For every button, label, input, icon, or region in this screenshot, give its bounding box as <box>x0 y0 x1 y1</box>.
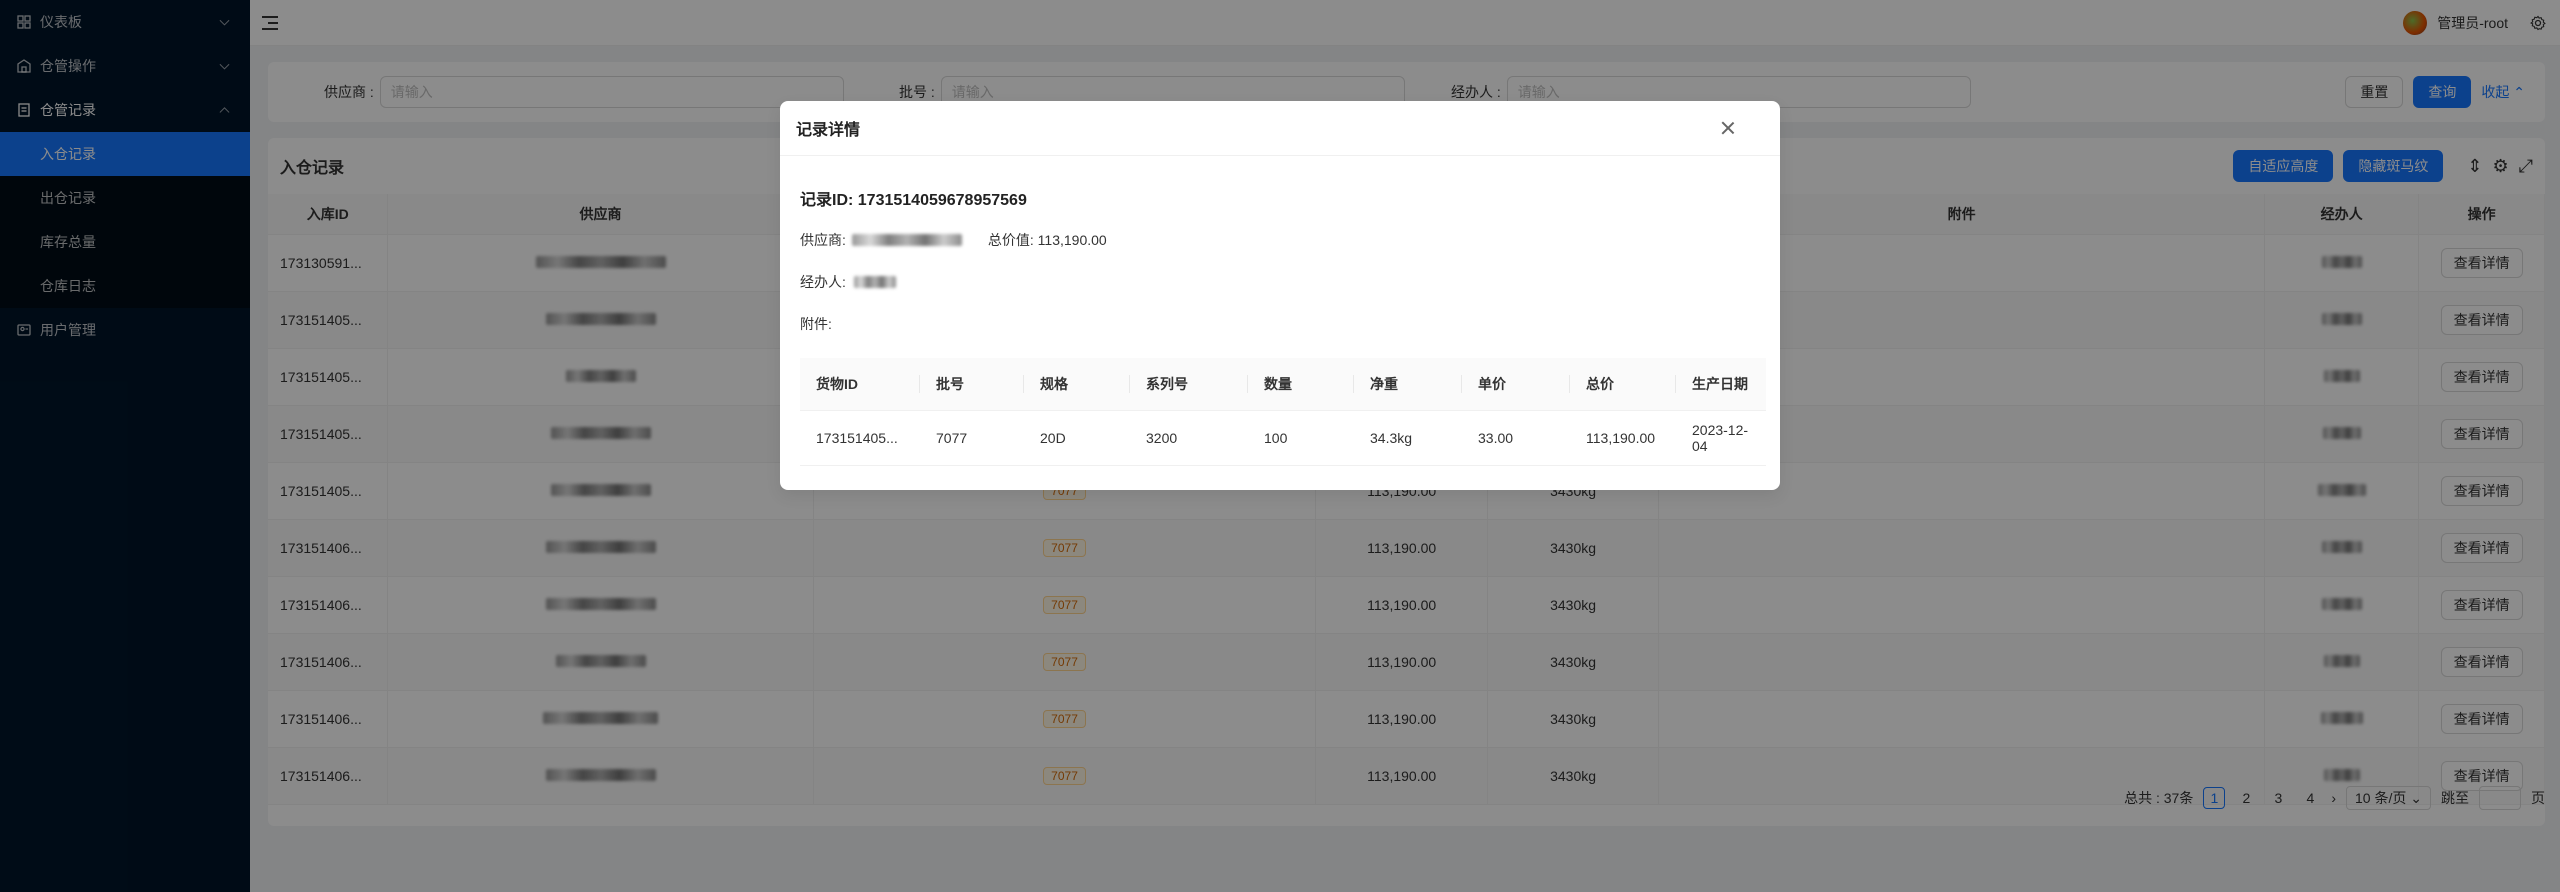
table-cell: 34.3kg <box>1354 410 1462 466</box>
table-cell: 2023-12-04 <box>1676 410 1766 466</box>
attachment-detail-label: 附件: <box>800 316 832 332</box>
table-cell: 3200 <box>1130 410 1248 466</box>
table-cell: 113,190.00 <box>1570 410 1676 466</box>
column-header: 数量 <box>1248 358 1354 411</box>
supplier-detail-label: 供应商: <box>800 232 846 248</box>
column-header: 系列号 <box>1130 358 1248 411</box>
table-cell: 7077 <box>920 410 1024 466</box>
close-icon[interactable] <box>1720 120 1736 136</box>
column-header: 生产日期 <box>1676 358 1766 411</box>
table-row: 173151405... 7077 20D 3200 100 34.3kg 33.00 113… <box>800 410 1766 466</box>
column-header: 规格 <box>1024 358 1130 411</box>
modal-title: 记录详情 <box>796 122 861 139</box>
record-detail-modal: 记录详情 记录ID: 1731514059678957569 供应商: 总价值:… <box>780 101 1780 490</box>
record-id: 记录ID: 1731514059678957569 <box>800 192 1027 209</box>
column-header: 单价 <box>1462 358 1570 411</box>
table-cell: 100 <box>1248 410 1354 466</box>
operator-detail-label: 经办人: <box>800 274 846 290</box>
table-cell: 20D <box>1024 410 1130 466</box>
table-cell: 173151405... <box>800 410 920 466</box>
column-header: 净重 <box>1354 358 1462 411</box>
operator-redacted <box>853 276 896 288</box>
column-header: 总价 <box>1570 358 1676 411</box>
goods-table: 货物ID 批号 规格 系列号 数量 净重 单价 总价 生产日期 173151405... 7077… <box>800 358 1766 466</box>
supplier-redacted <box>851 234 962 246</box>
table-cell: 33.00 <box>1462 410 1570 466</box>
column-header: 批号 <box>920 358 1024 411</box>
column-header: 货物ID <box>800 358 920 411</box>
total-value-detail: 总价值: 113,190.00 <box>987 232 1107 248</box>
